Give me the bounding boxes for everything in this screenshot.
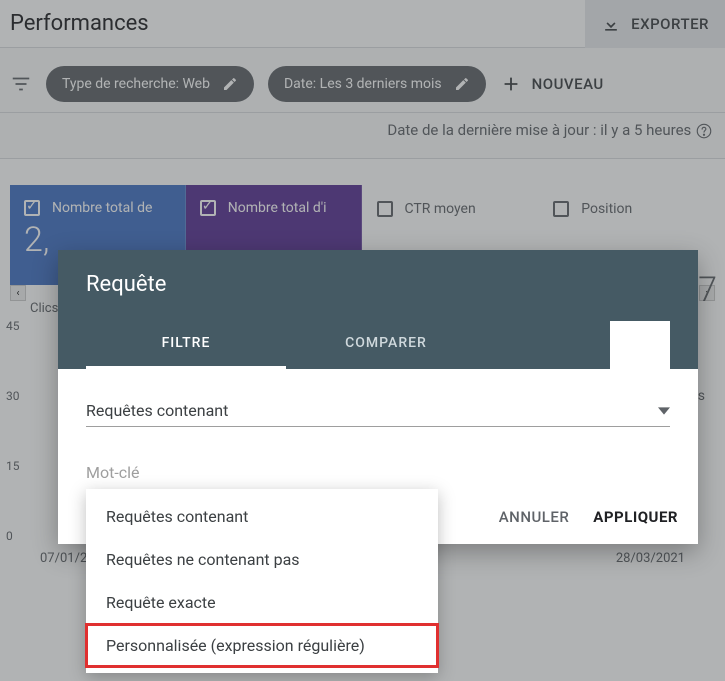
tab-compare[interactable]: COMPARER xyxy=(286,321,486,369)
cancel-button[interactable]: ANNULER xyxy=(499,508,570,526)
dialog-tabs: FILTRE COMPARER xyxy=(86,321,670,369)
select-value: Requêtes contenant xyxy=(86,401,228,420)
dialog-title: Requête xyxy=(86,272,670,297)
chevron-down-icon xyxy=(658,405,670,417)
dropdown-item-contains[interactable]: Requêtes contenant xyxy=(86,495,438,538)
dropdown-item-exact[interactable]: Requête exacte xyxy=(86,581,438,624)
dropdown-item-not-contains[interactable]: Requêtes ne contenant pas xyxy=(86,538,438,581)
dialog-body: Requêtes contenant Mot-clé xyxy=(58,369,698,494)
tab-filter[interactable]: FILTRE xyxy=(86,321,286,369)
dialog-tab-spacer xyxy=(610,321,670,369)
dropdown-item-regex[interactable]: Personnalisée (expression régulière) xyxy=(86,624,438,667)
apply-button[interactable]: APPLIQUER xyxy=(593,508,678,526)
keyword-input[interactable]: Mot-clé xyxy=(86,463,670,482)
filter-type-select[interactable]: Requêtes contenant xyxy=(86,395,670,427)
dialog-header: Requête FILTRE COMPARER xyxy=(58,250,698,369)
filter-type-dropdown: Requêtes contenant Requêtes ne contenant… xyxy=(86,489,438,673)
